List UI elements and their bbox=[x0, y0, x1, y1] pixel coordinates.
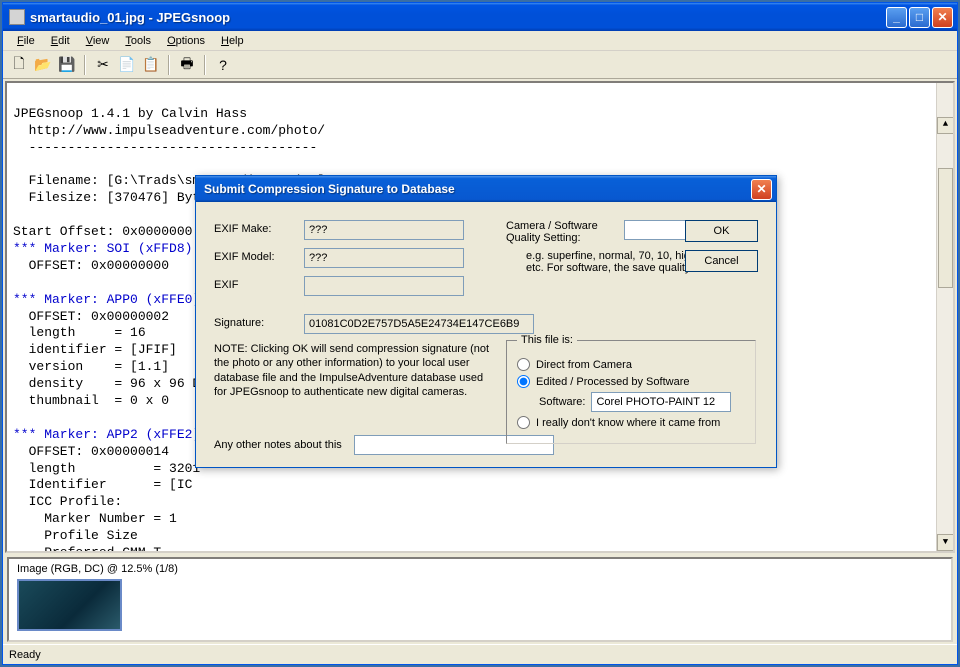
help-icon[interactable]: ? bbox=[213, 55, 233, 75]
line: JPEGsnoop 1.4.1 by Calvin Hass bbox=[13, 106, 247, 121]
menubar: File Edit View Tools Options Help bbox=[3, 31, 957, 51]
close-button[interactable]: ✕ bbox=[932, 7, 953, 28]
exif-make-label: EXIF Make: bbox=[214, 220, 304, 235]
radio-unknown-label: I really don't know where it came from bbox=[536, 417, 720, 429]
line: identifier = [JFIF] bbox=[13, 342, 177, 357]
menu-help[interactable]: Help bbox=[213, 33, 252, 49]
line: Profile Size bbox=[13, 528, 138, 543]
line: Marker Number = 1 bbox=[13, 511, 177, 526]
line: thumbnail = 0 x 0 bbox=[13, 393, 169, 408]
line: length = 3201 bbox=[13, 461, 200, 476]
line: ------------------------------------- bbox=[13, 140, 317, 155]
file-origin-fieldset: This file is: Direct from Camera Edited … bbox=[506, 334, 756, 444]
dialog-titlebar: Submit Compression Signature to Database… bbox=[196, 176, 776, 202]
quality-label-2: Quality Setting: bbox=[506, 232, 616, 244]
minimize-button[interactable]: _ bbox=[886, 7, 907, 28]
menu-edit[interactable]: Edit bbox=[43, 33, 78, 49]
signature-label: Signature: bbox=[214, 314, 304, 329]
signature-input[interactable] bbox=[304, 314, 534, 334]
cancel-button[interactable]: Cancel bbox=[685, 250, 758, 272]
ok-button[interactable]: OK bbox=[685, 220, 758, 242]
line: *** Marker: APP0 (xFFE0) bbox=[13, 292, 200, 307]
quality-label-1: Camera / Software bbox=[506, 220, 616, 232]
line: *** Marker: APP2 (xFFE2) bbox=[13, 427, 200, 442]
exif-model-input[interactable] bbox=[304, 248, 464, 268]
dialog-close-button[interactable]: ✕ bbox=[751, 179, 772, 200]
exif-model-label: EXIF Model: bbox=[214, 248, 304, 263]
radio-edited-software-label: Edited / Processed by Software bbox=[536, 376, 689, 388]
notes-label: Any other notes about this bbox=[214, 439, 342, 451]
fieldset-legend: This file is: bbox=[517, 334, 577, 346]
line: OFFSET: 0x00000014 bbox=[13, 444, 169, 459]
line: density = 96 x 96 D bbox=[13, 376, 200, 391]
app-icon bbox=[9, 9, 25, 25]
line: Preferred CMM T bbox=[13, 545, 161, 553]
line: OFFSET: 0x00000000 bbox=[13, 258, 169, 273]
copy-icon[interactable]: 📄 bbox=[117, 55, 137, 75]
preview-caption: Image (RGB, DC) @ 12.5% (1/8) bbox=[17, 563, 943, 575]
exif-input[interactable] bbox=[304, 276, 464, 296]
line: OFFSET: 0x00000002 bbox=[13, 309, 169, 324]
menu-tools[interactable]: Tools bbox=[117, 33, 159, 49]
main-titlebar: smartaudio_01.jpg - JPEGsnoop _ □ ✕ bbox=[3, 3, 957, 31]
new-icon[interactable]: 🗋 bbox=[9, 55, 29, 75]
line: ICC Profile: bbox=[13, 494, 122, 509]
statusbar: Ready bbox=[3, 644, 957, 664]
toolbar: 🗋 📂 💾 ✂ 📄 📋 🖶 ? bbox=[3, 51, 957, 79]
toolbar-separator bbox=[168, 55, 170, 75]
maximize-button[interactable]: □ bbox=[909, 7, 930, 28]
print-icon[interactable]: 🖶 bbox=[177, 55, 197, 75]
software-label: Software: bbox=[539, 396, 585, 408]
line: http://www.impulseadventure.com/photo/ bbox=[13, 123, 325, 138]
note-text: NOTE: Clicking OK will send compression … bbox=[214, 342, 494, 399]
scroll-up-icon[interactable]: ▲ bbox=[937, 117, 954, 134]
save-icon[interactable]: 💾 bbox=[57, 55, 77, 75]
menu-view[interactable]: View bbox=[78, 33, 118, 49]
dialog-title: Submit Compression Signature to Database bbox=[204, 182, 751, 196]
radio-direct-camera[interactable] bbox=[517, 358, 530, 371]
image-thumbnail[interactable] bbox=[17, 579, 122, 631]
line: Identifier = [IC bbox=[13, 477, 192, 492]
window-title: smartaudio_01.jpg - JPEGsnoop bbox=[30, 10, 886, 25]
open-icon[interactable]: 📂 bbox=[33, 55, 53, 75]
scroll-thumb[interactable] bbox=[938, 168, 953, 288]
line: Filesize: [370476] Byt bbox=[13, 190, 200, 205]
status-text: Ready bbox=[9, 649, 41, 661]
menu-file[interactable]: File bbox=[9, 33, 43, 49]
line: length = 16 bbox=[13, 325, 146, 340]
cut-icon[interactable]: ✂ bbox=[93, 55, 113, 75]
submit-signature-dialog: Submit Compression Signature to Database… bbox=[195, 175, 777, 468]
line: *** Marker: SOI (xFFD8) bbox=[13, 241, 192, 256]
exif-make-input[interactable] bbox=[304, 220, 464, 240]
paste-icon[interactable]: 📋 bbox=[141, 55, 161, 75]
toolbar-separator bbox=[204, 55, 206, 75]
radio-edited-software[interactable] bbox=[517, 375, 530, 388]
software-input[interactable] bbox=[591, 392, 731, 412]
line: version = [1.1] bbox=[13, 359, 169, 374]
menu-options[interactable]: Options bbox=[159, 33, 213, 49]
radio-direct-camera-label: Direct from Camera bbox=[536, 359, 632, 371]
scroll-down-icon[interactable]: ▼ bbox=[937, 534, 954, 551]
exif-label: EXIF bbox=[214, 276, 304, 291]
radio-unknown[interactable] bbox=[517, 416, 530, 429]
line: Start Offset: 0x0000000 bbox=[13, 224, 192, 239]
vertical-scrollbar[interactable]: ▲ ▼ bbox=[936, 83, 953, 551]
image-preview-pane: Image (RGB, DC) @ 12.5% (1/8) bbox=[7, 557, 953, 642]
toolbar-separator bbox=[84, 55, 86, 75]
